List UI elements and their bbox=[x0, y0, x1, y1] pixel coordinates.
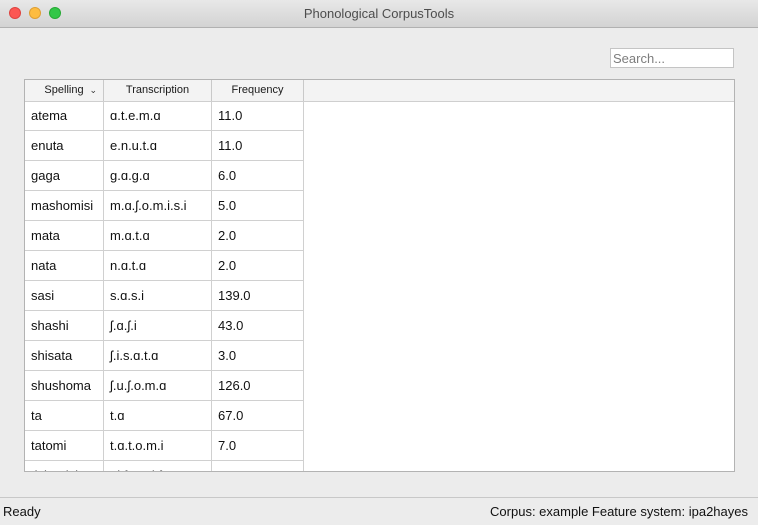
transcription-cell[interactable]: t.ɑ bbox=[104, 401, 212, 431]
table-row[interactable]: tatomi t.ɑ.t.o.m.i 7.0 bbox=[25, 431, 304, 461]
spelling-cell[interactable]: atema bbox=[25, 101, 104, 131]
frequency-cell[interactable]: 11.0 bbox=[212, 131, 304, 161]
chevron-down-icon: ⌄ bbox=[89, 85, 97, 95]
spelling-cell[interactable]: shashi bbox=[25, 311, 104, 341]
transcription-cell[interactable]: n.ɑ.t.ɑ bbox=[104, 251, 212, 281]
frequency-cell[interactable]: 139.0 bbox=[212, 281, 304, 311]
table-row[interactable]: ta t.ɑ 67.0 bbox=[25, 401, 304, 431]
frequency-cell[interactable]: 6.0 bbox=[212, 161, 304, 191]
window-title: Phonological CorpusTools bbox=[303, 6, 455, 21]
spelling-cell[interactable]: shushoma bbox=[25, 371, 104, 401]
table-row[interactable]: mata m.ɑ.t.ɑ 2.0 bbox=[25, 221, 304, 251]
spelling-cell[interactable]: gaga bbox=[25, 161, 104, 191]
table-row[interactable]: gaga g.ɑ.g.ɑ 6.0 bbox=[25, 161, 304, 191]
transcription-cell[interactable]: m.ɑ.ʃ.o.m.i.s.i bbox=[104, 191, 212, 221]
frequency-cell[interactable]: 67.0 bbox=[212, 401, 304, 431]
transcription-cell[interactable]: e.n.u.t.ɑ bbox=[104, 131, 212, 161]
spelling-cell[interactable]: tatomi bbox=[25, 431, 104, 461]
frequency-cell[interactable]: 11.0 bbox=[212, 101, 304, 131]
spelling-cell[interactable]: enuta bbox=[25, 131, 104, 161]
spelling-cell[interactable]: ta bbox=[25, 401, 104, 431]
transcription-cell[interactable]: t.i.ʃ.e.n.i.ʃ.u bbox=[104, 461, 212, 471]
table-row[interactable]: atema ɑ.t.e.m.ɑ 11.0 bbox=[25, 101, 304, 131]
table-row[interactable]: tishenishut.i.ʃ.e.n.i.ʃ.u96.0 bbox=[25, 461, 304, 471]
status-text: Ready bbox=[3, 504, 41, 519]
transcription-cell[interactable]: ʃ.i.s.ɑ.t.ɑ bbox=[104, 341, 212, 371]
table-body: atema ɑ.t.e.m.ɑ 11.0 enuta e.n.u.t.ɑ 11.0 gaga… bbox=[25, 101, 304, 471]
transcription-cell[interactable]: m.ɑ.t.ɑ bbox=[104, 221, 212, 251]
transcription-cell[interactable]: ɑ.t.e.m.ɑ bbox=[104, 101, 212, 131]
spelling-cell[interactable]: sasi bbox=[25, 281, 104, 311]
frequency-cell[interactable]: 2.0 bbox=[212, 221, 304, 251]
transcription-cell[interactable]: ʃ.u.ʃ.o.m.ɑ bbox=[104, 371, 212, 401]
spelling-cell[interactable]: nata bbox=[25, 251, 104, 281]
table-row[interactable]: nata n.ɑ.t.ɑ 2.0 bbox=[25, 251, 304, 281]
spelling-cell[interactable]: tishenishu bbox=[25, 461, 104, 471]
frequency-cell[interactable]: 96.0 bbox=[212, 461, 304, 471]
column-header-spelling[interactable]: Spelling ⌄ bbox=[25, 80, 104, 101]
corpus-info: Corpus: example Feature system: ipa2haye… bbox=[490, 504, 748, 519]
transcription-cell[interactable]: s.ɑ.s.i bbox=[104, 281, 212, 311]
column-header-label: Spelling bbox=[44, 84, 84, 96]
spelling-cell[interactable]: mata bbox=[25, 221, 104, 251]
table-row[interactable]: mashomisi m.ɑ.ʃ.o.m.i.s.i 5.0 bbox=[25, 191, 304, 221]
status-bar: Ready Corpus: example Feature system: ip… bbox=[0, 497, 758, 525]
transcription-cell[interactable]: g.ɑ.g.ɑ bbox=[104, 161, 212, 191]
table-row[interactable]: shushoma ʃ.u.ʃ.o.m.ɑ 126.0 bbox=[25, 371, 304, 401]
column-header-frequency[interactable]: Frequency bbox=[212, 80, 304, 101]
frequency-cell[interactable]: 7.0 bbox=[212, 431, 304, 461]
title-bar: Phonological CorpusTools bbox=[0, 0, 758, 28]
table-row[interactable]: enuta e.n.u.t.ɑ 11.0 bbox=[25, 131, 304, 161]
table-row[interactable]: sasi s.ɑ.s.i 139.0 bbox=[25, 281, 304, 311]
spelling-cell[interactable]: shisata bbox=[25, 341, 104, 371]
transcription-cell[interactable]: ʃ.ɑ.ʃ.i bbox=[104, 311, 212, 341]
search-input[interactable] bbox=[610, 48, 734, 68]
frequency-cell[interactable]: 3.0 bbox=[212, 341, 304, 371]
frequency-cell[interactable]: 126.0 bbox=[212, 371, 304, 401]
table-row[interactable]: shisata ʃ.i.s.ɑ.t.ɑ 3.0 bbox=[25, 341, 304, 371]
frequency-cell[interactable]: 5.0 bbox=[212, 191, 304, 221]
frequency-cell[interactable]: 43.0 bbox=[212, 311, 304, 341]
column-header-transcription[interactable]: Transcription bbox=[104, 80, 212, 101]
transcription-cell[interactable]: t.ɑ.t.o.m.i bbox=[104, 431, 212, 461]
table-header: Spelling ⌄ Transcription Frequency bbox=[25, 80, 734, 102]
frequency-cell[interactable]: 2.0 bbox=[212, 251, 304, 281]
spelling-cell[interactable]: mashomisi bbox=[25, 191, 104, 221]
table-row[interactable]: shashi ʃ.ɑ.ʃ.i 43.0 bbox=[25, 311, 304, 341]
corpus-table: Spelling ⌄ Transcription Frequency atema… bbox=[24, 79, 735, 472]
